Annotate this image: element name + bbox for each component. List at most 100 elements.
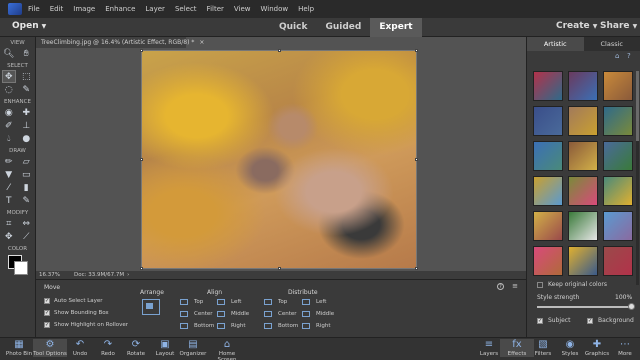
- align-right-button[interactable]: Right: [217, 323, 245, 329]
- transform-handle[interactable]: [415, 158, 418, 161]
- zoom-level[interactable]: 16.37%: [36, 272, 66, 278]
- tab-guided[interactable]: Guided: [316, 18, 370, 37]
- open-button[interactable]: Open ▼: [12, 21, 46, 31]
- tab-expert[interactable]: Expert: [370, 18, 422, 37]
- menu-layer[interactable]: Layer: [145, 5, 165, 13]
- effect-thumbnail[interactable]: [533, 211, 563, 241]
- effect-thumbnail[interactable]: [603, 141, 633, 171]
- keep-original-colors-checkbox[interactable]: Keep original colors: [537, 281, 607, 288]
- slider-knob[interactable]: [628, 303, 635, 310]
- align-center-button[interactable]: Center: [180, 311, 213, 317]
- effect-thumbnail[interactable]: [533, 141, 563, 171]
- effect-thumbnail[interactable]: [568, 176, 598, 206]
- eraser-tool-icon[interactable]: ▱: [20, 156, 32, 167]
- transform-handle[interactable]: [415, 267, 418, 270]
- transform-handle[interactable]: [415, 49, 418, 52]
- lasso-tool-icon[interactable]: ◌: [3, 84, 15, 95]
- hand-tool-icon[interactable]: ✋︎: [20, 48, 32, 59]
- blur-tool-icon[interactable]: 💧︎: [3, 133, 15, 144]
- transform-handle[interactable]: [140, 49, 143, 52]
- menu-view[interactable]: View: [234, 5, 251, 13]
- effects-scrollbar[interactable]: [636, 71, 639, 285]
- eyedropper-tool-icon[interactable]: ⁄: [3, 182, 15, 193]
- tab-artistic[interactable]: Artistic: [527, 37, 584, 51]
- brush-tool-icon[interactable]: ✏︎: [3, 156, 15, 167]
- auto-select-layer-checkbox[interactable]: ✓ Auto Select Layer: [44, 298, 103, 304]
- align-left-button[interactable]: Left: [217, 299, 241, 305]
- effect-thumbnail[interactable]: [568, 71, 598, 101]
- effect-thumbnail[interactable]: [603, 176, 633, 206]
- transform-handle[interactable]: [278, 49, 281, 52]
- help-icon[interactable]: ?: [497, 283, 504, 290]
- paint-bucket-tool-icon[interactable]: ▼: [3, 169, 15, 180]
- background-color-swatch[interactable]: [14, 261, 28, 275]
- spot-healing-tool-icon[interactable]: ✚: [20, 107, 32, 118]
- style-strength-slider[interactable]: [537, 303, 635, 310]
- organizer-button[interactable]: ▤ Organizer: [176, 339, 210, 357]
- recompose-tool-icon[interactable]: ⇔: [20, 218, 32, 229]
- distribute-middle-button[interactable]: Middle: [302, 311, 334, 317]
- smart-brush-tool-icon[interactable]: ✐: [3, 120, 15, 131]
- panel-menu-icon[interactable]: ≡: [512, 282, 518, 290]
- photo-bin-button[interactable]: ▦ Photo Bin: [2, 339, 36, 357]
- pencil-tool-icon[interactable]: ✎: [20, 195, 32, 206]
- transform-handle[interactable]: [140, 267, 143, 270]
- menu-help[interactable]: Help: [298, 5, 314, 13]
- close-icon[interactable]: ×: [199, 39, 204, 46]
- image-canvas[interactable]: [140, 49, 418, 270]
- effect-thumbnail[interactable]: [568, 246, 598, 276]
- shape-tool-icon[interactable]: ▮: [20, 182, 32, 193]
- tool-options-button[interactable]: ⚙ Tool Options: [33, 339, 67, 357]
- crop-tool-icon[interactable]: ⌗: [3, 218, 15, 229]
- menu-image[interactable]: Image: [73, 5, 95, 13]
- zoom-tool-icon[interactable]: 🔍︎: [3, 48, 15, 59]
- effect-thumbnail[interactable]: [533, 71, 563, 101]
- distribute-right-button[interactable]: Right: [302, 323, 330, 329]
- align-middle-button[interactable]: Middle: [217, 311, 249, 317]
- distribute-top-button[interactable]: Top: [264, 299, 287, 305]
- straighten-tool-icon[interactable]: ⟋: [20, 231, 32, 242]
- effect-thumbnail[interactable]: [533, 246, 563, 276]
- home-icon[interactable]: ⌂: [615, 52, 619, 60]
- marquee-tool-icon[interactable]: ⬚: [20, 71, 32, 82]
- effect-thumbnail[interactable]: [603, 106, 633, 136]
- show-bounding-box-checkbox[interactable]: ✓ Show Bounding Box: [44, 310, 109, 316]
- type-tool-icon[interactable]: T: [3, 195, 15, 206]
- effect-thumbnail[interactable]: [533, 176, 563, 206]
- menu-file[interactable]: File: [28, 5, 40, 13]
- effect-thumbnail[interactable]: [568, 211, 598, 241]
- help-icon[interactable]: ?: [627, 52, 631, 60]
- quick-selection-tool-icon[interactable]: ✎: [20, 84, 32, 95]
- effect-thumbnail[interactable]: [603, 71, 633, 101]
- effect-thumbnail[interactable]: [533, 106, 563, 136]
- show-highlight-checkbox[interactable]: ✓ Show Highlight on Rollover: [44, 322, 128, 328]
- effect-thumbnail[interactable]: [603, 211, 633, 241]
- home-screen-button[interactable]: ⌂ Home Screen: [210, 339, 244, 360]
- subject-checkbox[interactable]: ✓ Subject: [537, 317, 570, 324]
- move-tool-icon[interactable]: ✥: [1, 70, 16, 83]
- distribute-bottom-button[interactable]: Bottom: [264, 323, 298, 329]
- menu-enhance[interactable]: Enhance: [105, 5, 135, 13]
- content-aware-move-tool-icon[interactable]: ✥: [3, 231, 15, 242]
- menu-window[interactable]: Window: [261, 5, 289, 13]
- distribute-center-button[interactable]: Center: [264, 311, 297, 317]
- gradient-tool-icon[interactable]: ▭: [20, 169, 32, 180]
- distribute-left-button[interactable]: Left: [302, 299, 326, 305]
- align-top-button[interactable]: Top: [180, 299, 203, 305]
- effect-thumbnail[interactable]: [603, 246, 633, 276]
- share-button[interactable]: Share ▼: [600, 21, 637, 31]
- more-button[interactable]: ⋯ More: [608, 339, 640, 357]
- effect-thumbnail[interactable]: [568, 106, 598, 136]
- sponge-tool-icon[interactable]: ●: [20, 133, 32, 144]
- effect-thumbnail[interactable]: [568, 141, 598, 171]
- document-tab[interactable]: TreeClimbing.jpg @ 16.4% (Artistic Effec…: [36, 37, 204, 48]
- menu-select[interactable]: Select: [175, 5, 197, 13]
- menu-filter[interactable]: Filter: [207, 5, 224, 13]
- create-button[interactable]: Create ▼: [556, 21, 597, 31]
- transform-handle[interactable]: [140, 158, 143, 161]
- align-bottom-button[interactable]: Bottom: [180, 323, 214, 329]
- arrange-dropdown[interactable]: [142, 299, 160, 315]
- chevron-right-icon[interactable]: ›: [127, 272, 129, 278]
- clone-stamp-tool-icon[interactable]: ⊥: [20, 120, 32, 131]
- transform-handle[interactable]: [278, 267, 281, 270]
